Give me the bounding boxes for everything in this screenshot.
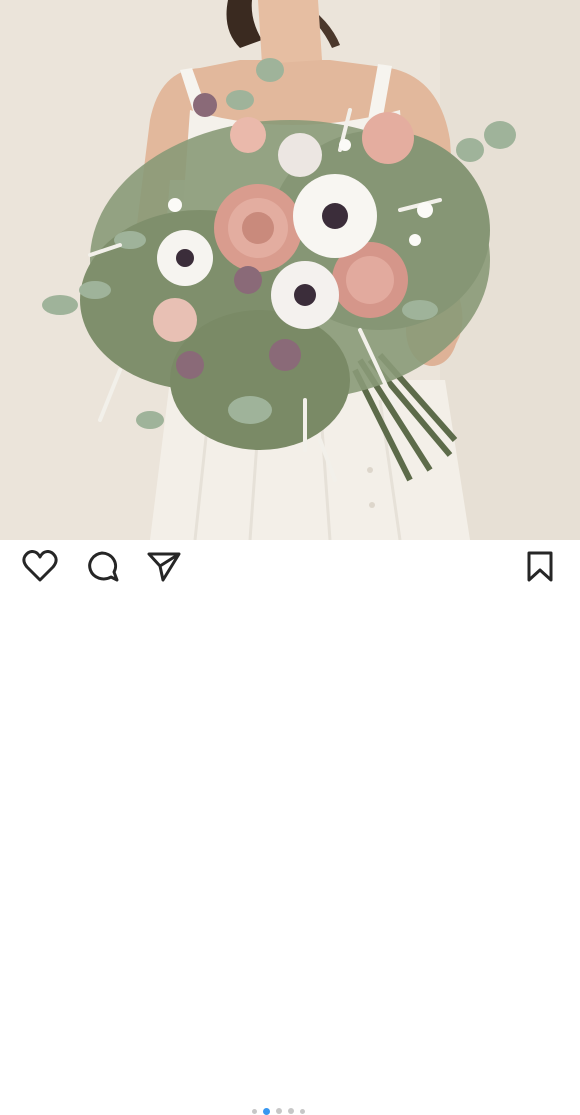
carousel-dot bbox=[276, 1108, 282, 1114]
post-action-bar bbox=[0, 540, 580, 1115]
carousel-dot-active bbox=[263, 1107, 270, 1115]
like-button[interactable] bbox=[20, 550, 60, 582]
save-button[interactable] bbox=[520, 550, 560, 582]
comment-bubble-icon bbox=[84, 550, 120, 582]
carousel-dot bbox=[288, 1108, 294, 1114]
heart-outline-icon bbox=[22, 550, 58, 582]
carousel-dot bbox=[252, 1108, 257, 1114]
carousel-dot bbox=[300, 1108, 305, 1114]
post-photo[interactable] bbox=[0, 0, 580, 540]
bookmark-icon bbox=[524, 550, 556, 582]
carousel-indicator bbox=[252, 1107, 305, 1115]
comment-button[interactable] bbox=[82, 550, 122, 582]
share-button[interactable] bbox=[144, 550, 184, 582]
paper-plane-icon bbox=[146, 550, 182, 582]
